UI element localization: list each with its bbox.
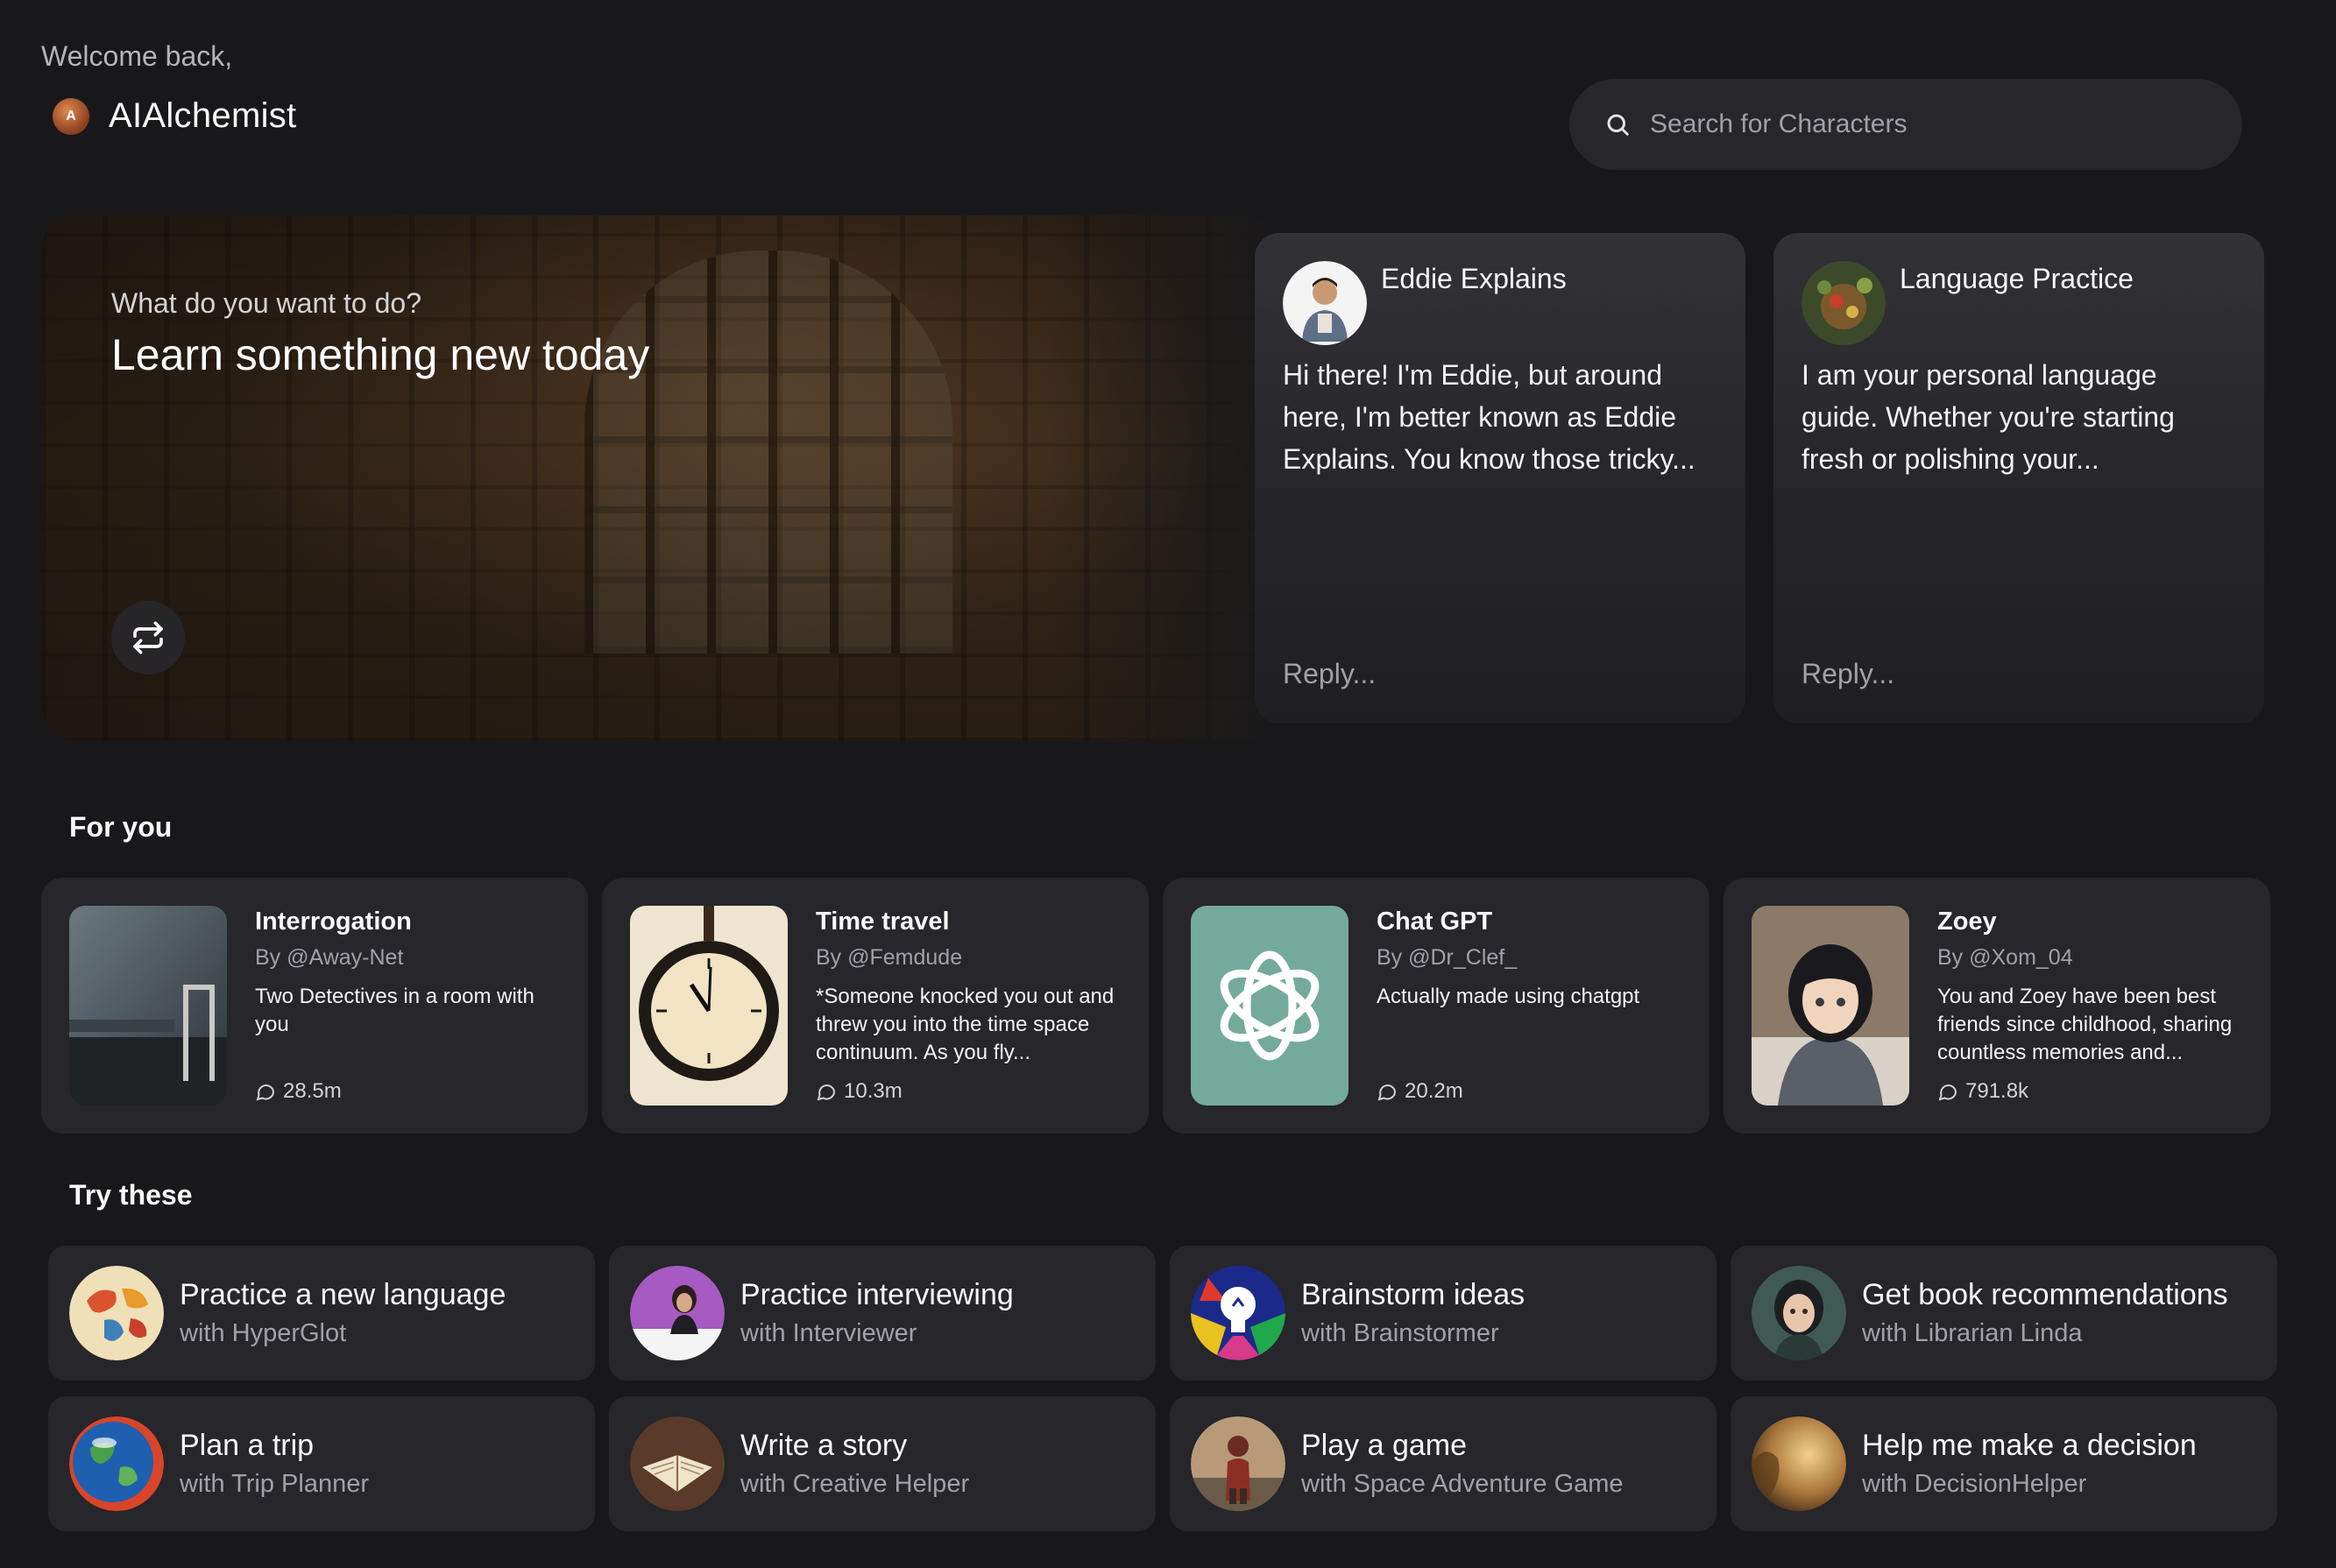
hero-title: Learn something new today bbox=[111, 330, 650, 379]
librarian-avatar bbox=[1752, 1266, 1846, 1360]
hero-subtitle: What do you want to do? bbox=[111, 287, 421, 319]
character-thumbnail bbox=[1752, 906, 1909, 1105]
interaction-count: 20.2m bbox=[1377, 1079, 1463, 1104]
featured-card-language[interactable]: Language Practice I am your personal lan… bbox=[1773, 233, 2264, 724]
chat-bubble-icon bbox=[1938, 1084, 1957, 1101]
chatgpt-logo-icon bbox=[1191, 906, 1349, 1105]
featured-message: I am your personal language guide. Wheth… bbox=[1802, 359, 2175, 475]
suggestion-make-decision[interactable]: Help me make a decision with DecisionHel… bbox=[1731, 1396, 2277, 1531]
suggestion-character: with Librarian Linda bbox=[1862, 1319, 2083, 1347]
character-card-time-travel[interactable]: Time travel By @Femdude *Someone knocked… bbox=[602, 878, 1149, 1134]
open-book-icon bbox=[630, 1416, 725, 1511]
search-icon bbox=[1607, 114, 1629, 136]
character-thumbnail bbox=[630, 906, 788, 1105]
shuffle-icon bbox=[133, 621, 163, 654]
character-title: Chat GPT bbox=[1377, 908, 1493, 936]
suggestion-title: Practice interviewing bbox=[740, 1278, 1014, 1311]
section-title-for-you: For you bbox=[69, 811, 173, 843]
earth-icon bbox=[69, 1416, 164, 1511]
character-description: *Someone knocked you out and threw you i… bbox=[816, 985, 1115, 1064]
character-author[interactable]: By @Away-Net bbox=[255, 945, 560, 971]
suggestion-title: Brainstorm ideas bbox=[1301, 1278, 1525, 1311]
suggestion-character: with Brainstormer bbox=[1301, 1319, 1499, 1347]
astronaut-avatar bbox=[1191, 1416, 1285, 1511]
suggestion-character: with Creative Helper bbox=[740, 1470, 970, 1498]
username: AIAlchemist bbox=[109, 96, 297, 135]
character-author[interactable]: By @Xom_04 bbox=[1937, 945, 2242, 971]
hero-banner[interactable]: What do you want to do? Learn something … bbox=[41, 215, 1277, 741]
suggestion-book-recommendations[interactable]: Get book recommendations with Librarian … bbox=[1731, 1246, 2277, 1381]
suggestion-title: Practice a new language bbox=[180, 1278, 506, 1311]
featured-name: Eddie Explains bbox=[1381, 263, 1567, 294]
suggestion-character: with Trip Planner bbox=[180, 1470, 369, 1498]
section-title-try-these: Try these bbox=[69, 1179, 193, 1211]
suggestion-character: with Interviewer bbox=[740, 1319, 917, 1347]
suggestion-brainstorm-ideas[interactable]: Brainstorm ideas with Brainstormer bbox=[1170, 1246, 1717, 1381]
suggestion-practice-interviewing[interactable]: Practice interviewing with Interviewer bbox=[609, 1246, 1156, 1381]
interaction-count: 28.5m bbox=[255, 1079, 342, 1104]
welcome-text: Welcome back, bbox=[41, 40, 233, 72]
suggestion-character: with Space Adventure Game bbox=[1301, 1470, 1624, 1498]
suggestion-character: with DecisionHelper bbox=[1862, 1470, 2087, 1498]
character-title: Zoey bbox=[1937, 908, 1997, 936]
language-practice-avatar bbox=[1802, 261, 1886, 345]
suggestion-write-story[interactable]: Write a story with Creative Helper bbox=[609, 1396, 1156, 1531]
featured-message: Hi there! I'm Eddie, but around here, I'… bbox=[1283, 359, 1695, 475]
decision-helper-avatar bbox=[1752, 1416, 1846, 1511]
avatar: A bbox=[53, 97, 89, 135]
suggestion-play-game[interactable]: Play a game with Space Adventure Game bbox=[1170, 1396, 1717, 1531]
search-bar[interactable] bbox=[1569, 79, 2242, 170]
suggestion-plan-trip[interactable]: Plan a trip with Trip Planner bbox=[48, 1396, 595, 1531]
reply-input[interactable]: Reply... bbox=[1283, 658, 1376, 690]
suggestion-title: Plan a trip bbox=[180, 1429, 315, 1462]
character-card-zoey[interactable]: Zoey By @Xom_04 You and Zoey have been b… bbox=[1724, 878, 2270, 1134]
suggestion-title: Play a game bbox=[1301, 1429, 1467, 1462]
character-card-chat-gpt[interactable]: Chat GPT By @Dr_Clef_ Actually made usin… bbox=[1163, 878, 1710, 1134]
character-description: You and Zoey have been best friends sinc… bbox=[1937, 985, 2233, 1064]
chat-bubble-icon bbox=[1377, 1084, 1397, 1101]
character-title: Interrogation bbox=[255, 908, 412, 936]
character-author[interactable]: By @Dr_Clef_ bbox=[1377, 945, 1681, 971]
character-title: Time travel bbox=[816, 908, 950, 936]
interaction-count: 791.8k bbox=[1937, 1079, 2028, 1104]
character-author[interactable]: By @Femdude bbox=[816, 945, 1121, 971]
reply-input[interactable]: Reply... bbox=[1802, 658, 1894, 690]
eddie-avatar bbox=[1283, 261, 1367, 345]
lightbulb-icon bbox=[1191, 1266, 1285, 1360]
suggestion-title: Get book recommendations bbox=[1862, 1278, 2228, 1311]
chat-bubble-icon bbox=[256, 1084, 275, 1101]
user-profile[interactable]: A AIAlchemist bbox=[53, 96, 296, 136]
featured-name: Language Practice bbox=[1900, 263, 2134, 294]
globe-icon bbox=[69, 1266, 164, 1360]
character-card-interrogation[interactable]: Interrogation By @Away-Net Two Detective… bbox=[41, 878, 588, 1134]
featured-card-eddie[interactable]: Eddie Explains Hi there! I'm Eddie, but … bbox=[1255, 233, 1745, 724]
suggestion-title: Help me make a decision bbox=[1862, 1429, 2197, 1462]
chat-bubble-icon bbox=[817, 1084, 836, 1101]
suggestion-character: with HyperGlot bbox=[180, 1319, 347, 1347]
suggestion-title: Write a story bbox=[740, 1429, 908, 1462]
character-description: Actually made using chatgpt bbox=[1377, 985, 1640, 1008]
search-input[interactable] bbox=[1650, 109, 2176, 139]
interaction-count: 10.3m bbox=[816, 1079, 903, 1104]
character-description: Two Detectives in a room with you bbox=[255, 985, 534, 1036]
shuffle-button[interactable] bbox=[111, 601, 185, 675]
suggestion-practice-language[interactable]: Practice a new language with HyperGlot bbox=[48, 1246, 595, 1381]
interviewer-avatar bbox=[630, 1266, 725, 1360]
character-thumbnail bbox=[69, 906, 227, 1105]
